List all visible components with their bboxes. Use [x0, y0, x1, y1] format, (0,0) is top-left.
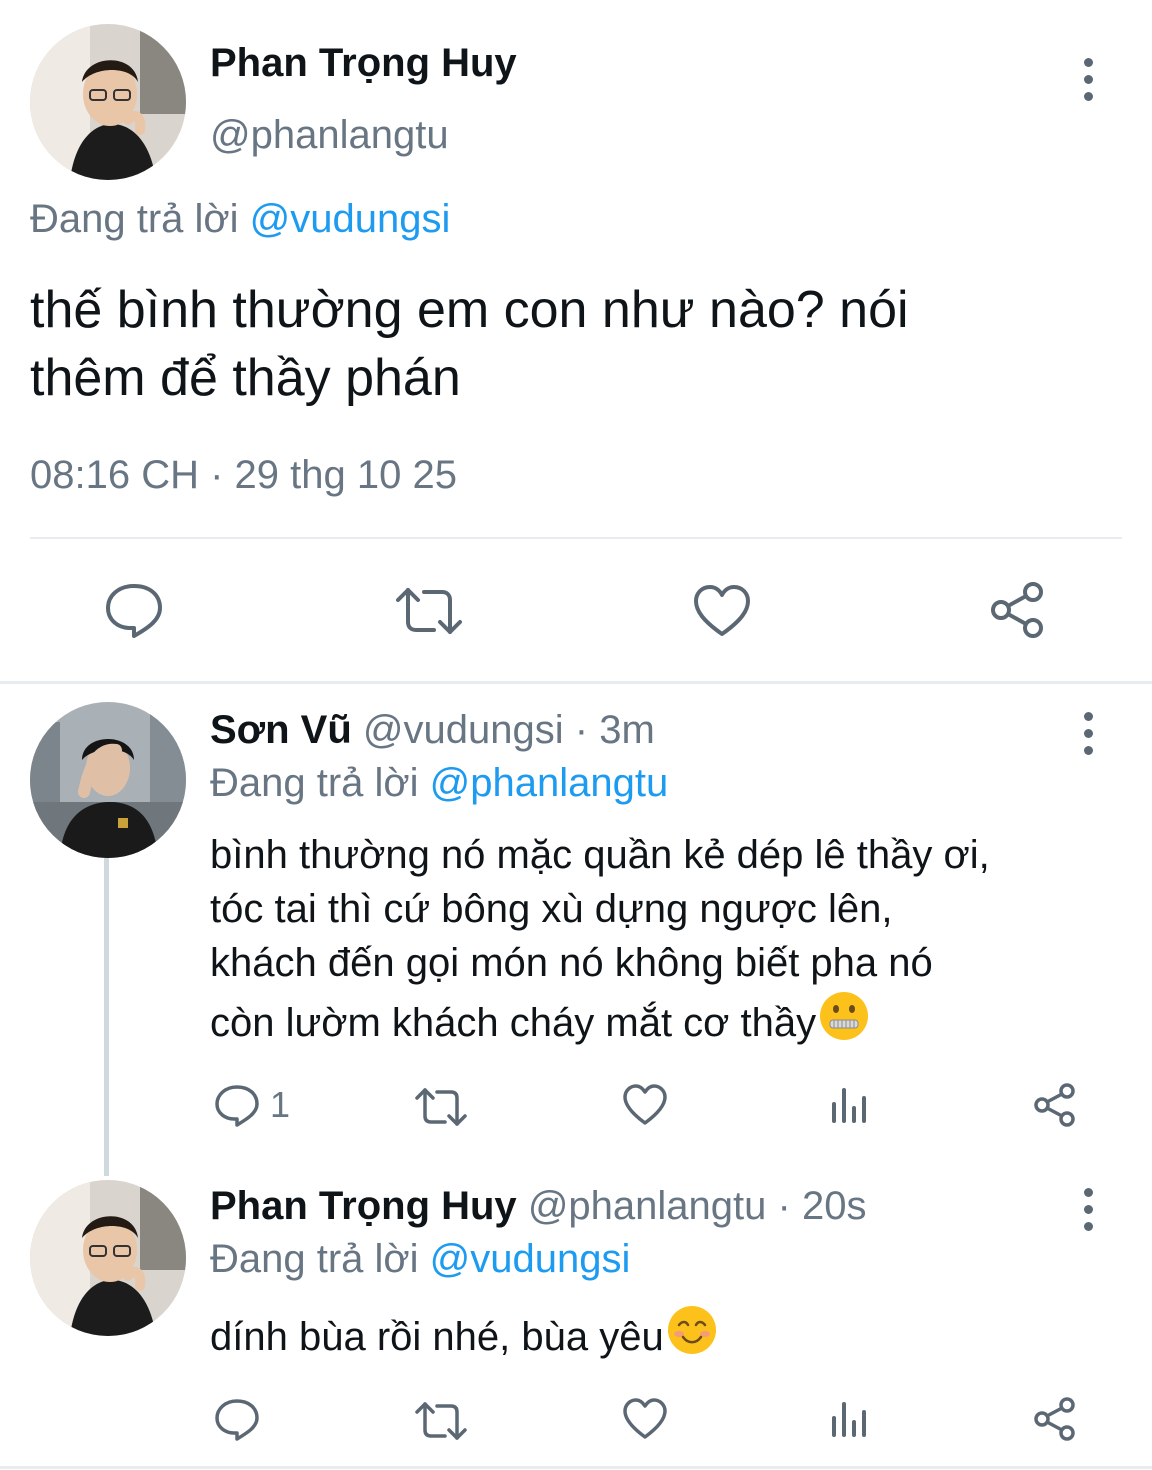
- reply-handle[interactable]: @vudungsi: [363, 708, 564, 752]
- reply-header: Phan Trọng Huy @phanlangtu · 20s: [210, 1183, 866, 1229]
- reply-time[interactable]: · 20s: [778, 1184, 867, 1228]
- zipper-mouth-face-emoji: [818, 990, 870, 1056]
- replying-to-link[interactable]: @vudungsi: [250, 197, 451, 241]
- reply-text: bình thường nó mặc quần kẻ dép lê thầy ơ…: [210, 828, 990, 1056]
- more-icon[interactable]: [1082, 712, 1094, 755]
- main-tweet-text-line: thế bình thường em con như nào? nói: [30, 281, 909, 339]
- reply-display-name[interactable]: Phan Trọng Huy: [210, 1184, 517, 1228]
- main-tweet-text-line: thêm để thầy phán: [30, 349, 461, 407]
- main-tweet-avatar[interactable]: [30, 24, 186, 180]
- reply-text-line: còn lườm khách cháy mắt cơ thầy: [210, 1001, 817, 1045]
- reply-text-last-line: còn lườm khách cháy mắt cơ thầy: [210, 990, 990, 1056]
- main-tweet-handle[interactable]: @phanlangtu: [210, 112, 449, 158]
- main-tweet-timestamp[interactable]: 08:16 CH · 29 thg 10 25: [30, 452, 457, 498]
- main-tweet-replying-line: Đang trả lời @vudungsi: [30, 196, 450, 242]
- reply-text-line: bình thường nó mặc quần kẻ dép lê thầy ơ…: [210, 833, 990, 877]
- retweet-icon[interactable]: [414, 1087, 468, 1127]
- replying-prefix: Đang trả lời: [210, 1237, 419, 1281]
- smiling-face-emoji: [666, 1304, 718, 1370]
- reply-handle[interactable]: @phanlangtu: [528, 1184, 767, 1228]
- replying-to-link[interactable]: @phanlangtu: [430, 761, 669, 805]
- reply-display-name[interactable]: Sơn Vũ: [210, 708, 352, 752]
- thread-line: [104, 856, 109, 1176]
- reply-time[interactable]: · 3m: [575, 708, 655, 752]
- divider: [30, 537, 1122, 539]
- share-icon[interactable]: [988, 580, 1048, 640]
- reply-text-last-line: dính bùa rồi nhé, bùa yêu: [210, 1304, 718, 1370]
- analytics-icon[interactable]: [830, 1400, 870, 1438]
- analytics-icon[interactable]: [830, 1086, 870, 1124]
- share-icon[interactable]: [1032, 1082, 1078, 1128]
- section-divider: [0, 681, 1152, 684]
- reply-icon[interactable]: [104, 582, 164, 638]
- reply-replying-line: Đang trả lời @vudungsi: [210, 1236, 630, 1282]
- replying-prefix: Đang trả lời: [30, 197, 239, 241]
- main-tweet-text: thế bình thường em con như nào? nói thêm…: [30, 276, 909, 412]
- reply-count: 1: [270, 1084, 291, 1125]
- replying-prefix: Đang trả lời: [210, 761, 419, 805]
- reply-text-line: khách đến gọi món nó không biết pha nó: [210, 941, 933, 985]
- more-icon[interactable]: [1082, 58, 1094, 101]
- reply-replying-line: Đang trả lời @phanlangtu: [210, 760, 668, 806]
- reply-text-line: dính bùa rồi nhé, bùa yêu: [210, 1315, 664, 1359]
- reply-text: dính bùa rồi nhé, bùa yêu: [210, 1304, 718, 1370]
- reply-icon[interactable]: [214, 1084, 260, 1128]
- reply-text-line: tóc tai thì cứ bông xù dựng ngược lên,: [210, 887, 893, 931]
- bottom-divider: [0, 1466, 1152, 1469]
- main-tweet-display-name[interactable]: Phan Trọng Huy: [210, 40, 517, 86]
- like-icon[interactable]: [622, 1398, 668, 1440]
- more-icon[interactable]: [1082, 1188, 1094, 1231]
- reply-avatar[interactable]: [30, 1180, 186, 1336]
- reply-header: Sơn Vũ @vudungsi · 3m: [210, 707, 655, 753]
- like-icon[interactable]: [692, 584, 752, 638]
- retweet-icon[interactable]: [414, 1401, 468, 1441]
- like-icon[interactable]: [622, 1084, 668, 1126]
- reply-icon[interactable]: [214, 1398, 260, 1442]
- retweet-icon[interactable]: [394, 586, 464, 636]
- replying-to-link[interactable]: @vudungsi: [430, 1237, 631, 1281]
- share-icon[interactable]: [1032, 1396, 1078, 1442]
- reply-avatar[interactable]: [30, 702, 186, 858]
